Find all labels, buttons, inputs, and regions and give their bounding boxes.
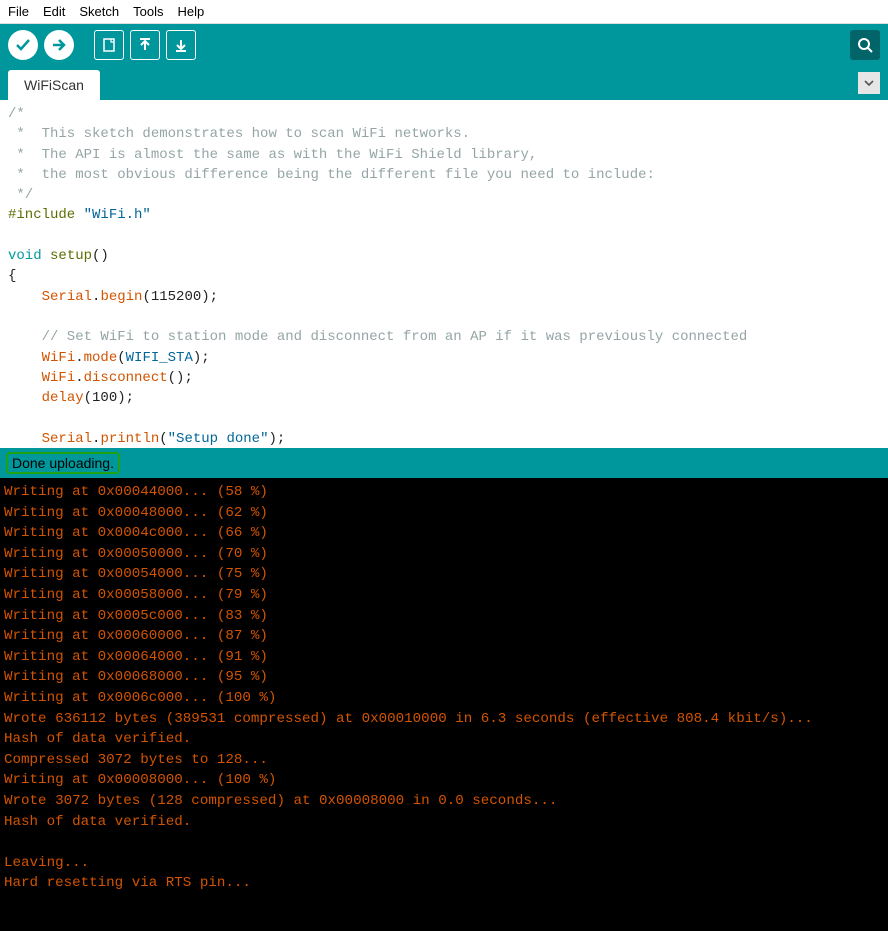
menu-file[interactable]: File (8, 4, 29, 19)
menu-sketch[interactable]: Sketch (79, 4, 119, 19)
code-line: */ (8, 187, 33, 203)
code-class: Serial (42, 431, 92, 447)
upload-button[interactable] (44, 30, 74, 60)
save-button[interactable] (166, 30, 196, 60)
code-class: WiFi (42, 350, 76, 366)
magnifier-icon (856, 36, 874, 54)
code-method: mode (84, 350, 118, 366)
menu-bar: File Edit Sketch Tools Help (0, 0, 888, 24)
code-line: * This sketch demonstrates how to scan W… (8, 126, 470, 142)
code-line: // Set WiFi to station mode and disconne… (8, 329, 747, 345)
code-class: WiFi (42, 370, 76, 386)
code-line: * The API is almost the same as with the… (8, 147, 537, 163)
code-line: { (8, 268, 16, 284)
output-console[interactable]: Writing at 0x00044000... (58 %) Writing … (0, 478, 888, 931)
check-icon (15, 37, 31, 53)
code-keyword: #include (8, 207, 84, 223)
file-icon (101, 37, 117, 53)
tab-menu-button[interactable] (858, 72, 880, 94)
code-string: "Setup done" (168, 431, 269, 447)
tab-bar: WiFiScan (0, 66, 888, 100)
open-button[interactable] (130, 30, 160, 60)
code-line: * the most obvious difference being the … (8, 167, 655, 183)
arrow-right-icon (51, 37, 67, 53)
code-const: WIFI_STA (126, 350, 193, 366)
code-class: Serial (42, 289, 92, 305)
status-bar: Done uploading. (0, 448, 888, 478)
code-method: disconnect (84, 370, 168, 386)
status-text: Done uploading. (6, 452, 120, 474)
arrow-up-icon (137, 37, 153, 53)
menu-help[interactable]: Help (177, 4, 204, 19)
chevron-down-icon (864, 78, 874, 88)
code-func: setup (50, 248, 92, 264)
code-string: "WiFi.h" (84, 207, 151, 223)
code-keyword: void (8, 248, 42, 264)
serial-monitor-button[interactable] (850, 30, 880, 60)
code-line: /* (8, 106, 25, 122)
menu-tools[interactable]: Tools (133, 4, 163, 19)
arrow-down-icon (173, 37, 189, 53)
verify-button[interactable] (8, 30, 38, 60)
new-button[interactable] (94, 30, 124, 60)
code-method: println (100, 431, 159, 447)
menu-edit[interactable]: Edit (43, 4, 65, 19)
tab-wifiscan[interactable]: WiFiScan (8, 70, 100, 100)
code-editor[interactable]: /* * This sketch demonstrates how to sca… (0, 100, 888, 448)
code-func: delay (42, 390, 84, 406)
code-method: begin (100, 289, 142, 305)
toolbar (0, 24, 888, 66)
